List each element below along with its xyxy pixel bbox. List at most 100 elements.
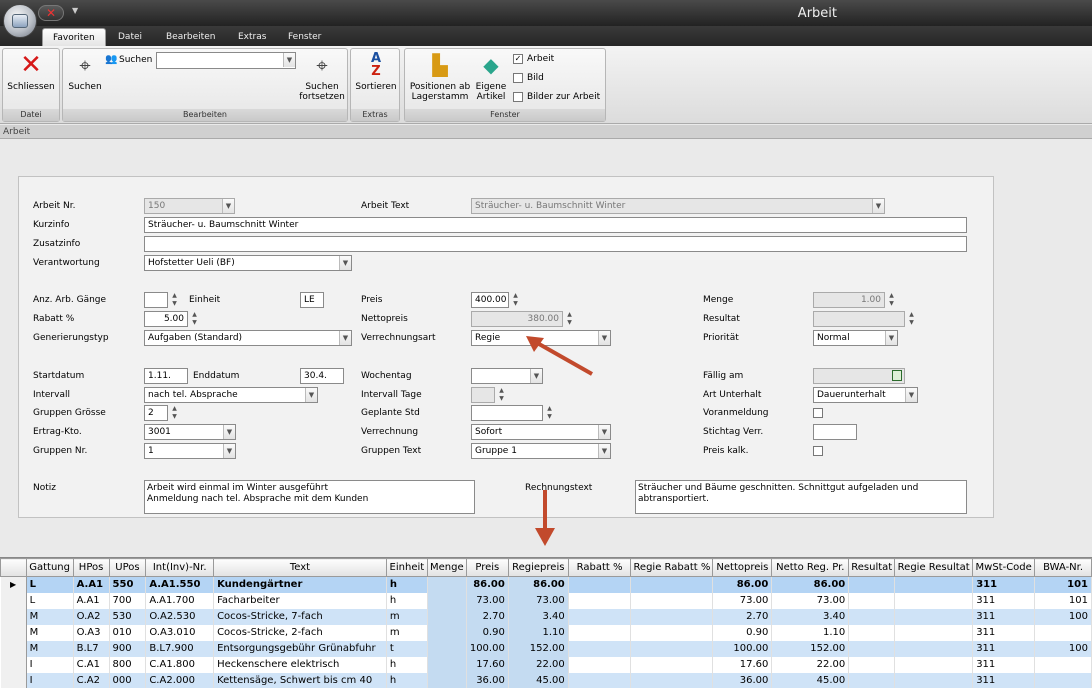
positions-grid[interactable]: Gattung HPos UPos Int(Inv)-Nr. Text Einheit Me…: [0, 557, 1092, 688]
column-header[interactable]: Nettopreis: [712, 558, 773, 577]
table-cell[interactable]: I: [26, 672, 74, 688]
table-cell[interactable]: 17.60: [466, 656, 509, 673]
kurzinfo-field[interactable]: Sträucher- u. Baumschnitt Winter: [144, 217, 967, 233]
table-cell[interactable]: C.A2.000: [145, 672, 215, 688]
table-cell[interactable]: 0.90: [466, 624, 509, 641]
table-cell[interactable]: 101: [1034, 592, 1092, 609]
table-cell[interactable]: [848, 608, 896, 625]
calendar-icon[interactable]: [892, 370, 902, 381]
stichtag-field[interactable]: [813, 424, 857, 440]
rabatt-spinner-icon[interactable]: ▲ ▼: [189, 311, 200, 327]
chevron-down-icon[interactable]: ▼: [283, 53, 295, 67]
row-indicator[interactable]: [0, 624, 27, 641]
table-cell[interactable]: L: [26, 576, 74, 593]
table-cell[interactable]: 100.00: [712, 640, 773, 657]
table-cell[interactable]: 45.00: [508, 672, 569, 688]
table-cell[interactable]: 100: [1034, 608, 1092, 625]
table-cell[interactable]: 100.00: [466, 640, 509, 657]
table-cell[interactable]: 000: [109, 672, 147, 688]
table-cell[interactable]: [894, 656, 974, 673]
chevron-down-icon[interactable]: ▼: [905, 388, 917, 402]
gruppen-nr-combo[interactable]: 1 ▼: [144, 443, 236, 459]
column-header[interactable]: Resultat: [848, 558, 896, 577]
table-cell[interactable]: [848, 640, 896, 657]
table-cell[interactable]: 311: [972, 656, 1036, 673]
table-row[interactable]: L A.A1 700 A.A1.700 Facharbeiter h 73.00 73.00 7…: [0, 592, 1092, 609]
table-cell[interactable]: B.L7.900: [145, 640, 215, 657]
faellig-field[interactable]: [813, 368, 905, 384]
table-cell[interactable]: [894, 608, 974, 625]
chevron-down-icon[interactable]: ▼: [872, 199, 884, 213]
notiz-memo[interactable]: Arbeit wird einmal im Winter ausgeführt …: [144, 480, 475, 514]
table-cell[interactable]: [894, 592, 974, 609]
search-next-button[interactable]: ⌖ Suchen fortsetzen: [299, 52, 345, 102]
table-cell[interactable]: C.A2: [73, 672, 110, 688]
table-cell[interactable]: 22.00: [771, 656, 850, 673]
gruppen-groesse-field[interactable]: 2: [144, 405, 168, 421]
chevron-down-icon[interactable]: ▼: [339, 331, 351, 345]
table-cell[interactable]: [894, 576, 974, 593]
column-header[interactable]: Gattung: [25, 558, 74, 577]
table-cell[interactable]: 36.00: [466, 672, 509, 688]
table-cell[interactable]: [427, 576, 467, 593]
table-cell[interactable]: [568, 640, 632, 657]
row-indicator[interactable]: [0, 592, 27, 609]
rechnungstext-memo[interactable]: Sträucher und Bäume geschnitten. Schnitt…: [635, 480, 967, 514]
chevron-down-icon[interactable]: ▼: [305, 388, 317, 402]
table-cell[interactable]: A.A1.700: [145, 592, 215, 609]
verantwortung-combo[interactable]: Hofstetter Ueli (BF) ▼: [144, 255, 352, 271]
table-cell[interactable]: Entsorgungsgebühr Grünabfuhr: [213, 640, 387, 657]
chevron-down-icon[interactable]: ▼: [885, 331, 897, 345]
table-cell[interactable]: [630, 640, 714, 657]
anz-field[interactable]: [144, 292, 168, 308]
chevron-down-icon[interactable]: ▼: [598, 444, 610, 458]
ertrag-combo[interactable]: 3001 ▼: [144, 424, 236, 440]
table-cell[interactable]: 311: [972, 640, 1036, 657]
table-cell[interactable]: [848, 576, 896, 593]
table-cell[interactable]: m: [386, 624, 428, 641]
table-cell[interactable]: [848, 592, 896, 609]
table-cell[interactable]: Cocos-Stricke, 2-fach: [213, 624, 387, 641]
table-cell[interactable]: [1034, 624, 1092, 641]
intervall-tage-field[interactable]: [471, 387, 495, 403]
row-indicator[interactable]: [0, 672, 27, 688]
table-cell[interactable]: [427, 672, 467, 688]
arbeit-text-combo[interactable]: Sträucher- u. Baumschnitt Winter ▼: [471, 198, 885, 214]
table-cell[interactable]: 311: [972, 592, 1036, 609]
table-row[interactable]: ▶ L A.A1 550 A.A1.550 Kundengärtner h 86.00 86.0…: [0, 576, 1092, 593]
table-cell[interactable]: 45.00: [771, 672, 850, 688]
table-cell[interactable]: 152.00: [508, 640, 569, 657]
einheit-field[interactable]: LE: [300, 292, 324, 308]
table-cell[interactable]: [630, 656, 714, 673]
gentyp-combo[interactable]: Aufgaben (Standard) ▼: [144, 330, 352, 346]
table-cell[interactable]: 2.70: [712, 608, 773, 625]
table-cell[interactable]: [848, 672, 896, 688]
table-cell[interactable]: [568, 592, 632, 609]
enddatum-field[interactable]: 30.4.: [300, 368, 344, 384]
current-row-arrow-icon[interactable]: ▶: [0, 576, 27, 593]
table-cell[interactable]: C.A1: [73, 656, 110, 673]
preis-field[interactable]: 400.00: [471, 292, 509, 308]
column-header[interactable]: Preis: [465, 558, 509, 577]
column-header[interactable]: Regiepreis: [507, 558, 569, 577]
table-cell[interactable]: 3.40: [771, 608, 850, 625]
table-cell[interactable]: A.A1.550: [145, 576, 215, 593]
table-cell[interactable]: m: [386, 608, 428, 625]
table-cell[interactable]: h: [386, 672, 428, 688]
table-cell[interactable]: [848, 624, 896, 641]
tab-datei[interactable]: Datei: [108, 28, 152, 46]
row-indicator[interactable]: [0, 656, 27, 673]
table-cell[interactable]: [568, 576, 632, 593]
menge-spinner-icon[interactable]: ▲ ▼: [886, 292, 897, 308]
prio-combo[interactable]: Normal ▼: [813, 330, 898, 346]
table-cell[interactable]: 73.00: [466, 592, 509, 609]
zusatzinfo-field[interactable]: [144, 236, 967, 252]
column-header[interactable]: Int(Inv)-Nr.: [145, 558, 215, 577]
own-article-button[interactable]: ◆ Eigene Artikel: [473, 52, 509, 102]
table-cell[interactable]: L: [26, 592, 74, 609]
nettopreis-field[interactable]: 380.00: [471, 311, 563, 327]
table-cell[interactable]: Kettensäge, Schwert bis cm 40: [213, 672, 387, 688]
sort-button[interactable]: AZ Sortieren: [353, 52, 399, 92]
table-cell[interactable]: [427, 640, 467, 657]
table-cell[interactable]: 0.90: [712, 624, 773, 641]
